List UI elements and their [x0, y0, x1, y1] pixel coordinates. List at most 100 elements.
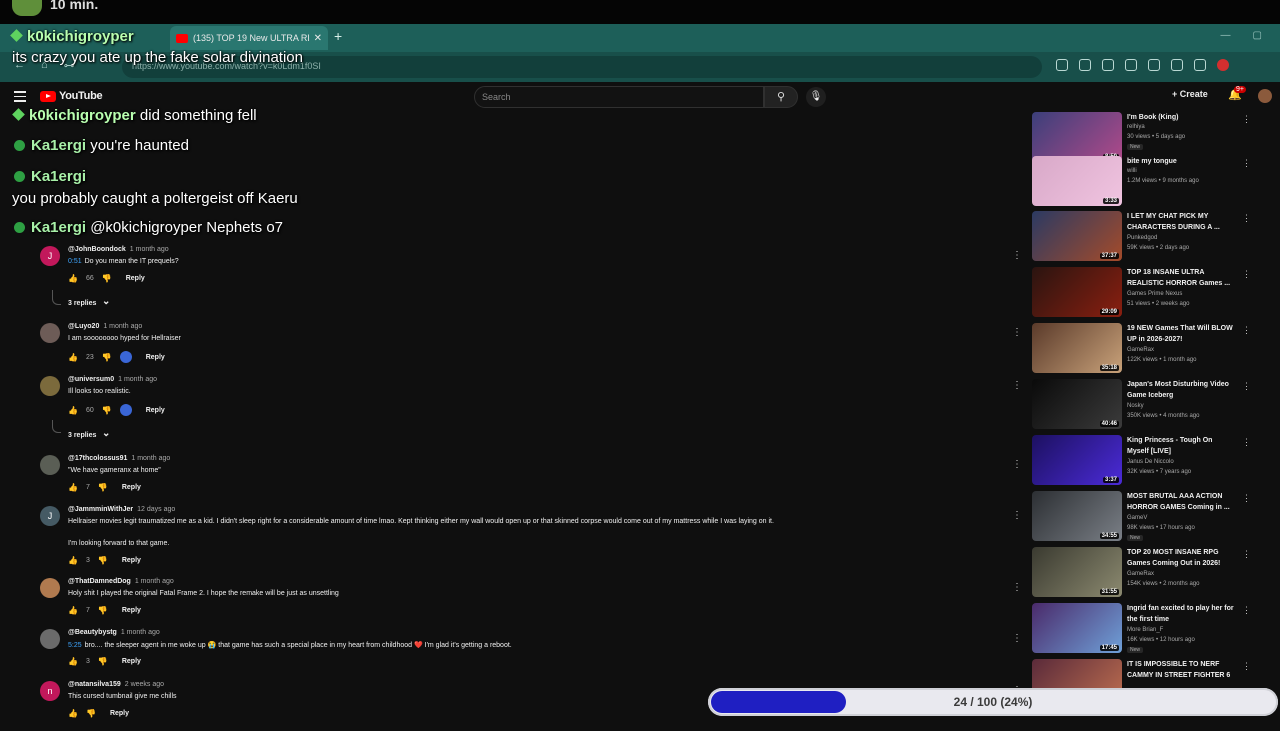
video-title[interactable]: IT IS IMPOSSIBLE TO NERF CAMMY IN STREET… [1127, 659, 1235, 681]
video-more-icon[interactable]: ⋮ [1242, 269, 1251, 280]
reply-button[interactable]: Reply [122, 607, 141, 614]
avatar[interactable]: J [40, 246, 60, 266]
video-thumbnail[interactable]: 31:55 [1032, 547, 1122, 597]
dislike-icon[interactable]: 👎 [102, 274, 112, 283]
video-title[interactable]: King Princess - Tough On Myself [LIVE] [1127, 435, 1235, 457]
search-box[interactable] [474, 86, 764, 108]
comment-author[interactable]: @JohnBoondock [68, 246, 126, 253]
dislike-icon[interactable]: 👎 [102, 353, 112, 362]
video-more-icon[interactable]: ⋮ [1242, 213, 1251, 224]
menu-icon[interactable] [1194, 59, 1206, 71]
like-icon[interactable]: 👍 [68, 274, 78, 283]
video-channel[interactable]: Punkedgod [1127, 235, 1157, 241]
avatar[interactable] [40, 629, 60, 649]
create-button[interactable]: + Create [1172, 89, 1208, 99]
extension-icon[interactable] [1125, 59, 1137, 71]
video-channel[interactable]: Games Prime Nexus [1127, 291, 1182, 297]
comment-time[interactable]: 1 month ago [103, 323, 142, 330]
video-more-icon[interactable]: ⋮ [1242, 437, 1251, 448]
video-thumbnail[interactable]: 34:55 [1032, 491, 1122, 541]
avatar[interactable]: J [40, 506, 60, 526]
video-more-icon[interactable]: ⋮ [1242, 605, 1251, 616]
video-title[interactable]: I LET MY CHAT PICK MY CHARACTERS DURING … [1127, 211, 1235, 233]
video-channel[interactable]: relhiya [1127, 124, 1145, 130]
comment-time[interactable]: 1 month ago [131, 455, 170, 462]
dislike-icon[interactable]: 👎 [98, 556, 108, 565]
video-title[interactable]: TOP 18 INSANE ULTRA REALISTIC HORROR Gam… [1127, 267, 1235, 289]
video-title[interactable]: Japan's Most Disturbing Video Game Icebe… [1127, 379, 1235, 401]
like-icon[interactable]: 👍 [68, 709, 78, 718]
video-thumbnail[interactable]: 8:50 [1032, 112, 1122, 162]
video-card[interactable]: 40:46 Japan's Most Disturbing Video Game … [1032, 379, 1272, 431]
video-more-icon[interactable]: ⋮ [1242, 158, 1251, 169]
video-channel[interactable]: GameRax [1127, 571, 1154, 577]
show-replies-button[interactable]: 3 replies [68, 432, 96, 439]
avatar[interactable] [40, 376, 60, 396]
video-title[interactable]: I'm Book (King) [1127, 112, 1235, 123]
avatar[interactable] [40, 578, 60, 598]
reply-button[interactable]: Reply [146, 354, 165, 361]
avatar[interactable] [40, 323, 60, 343]
video-card[interactable]: 29:09 TOP 18 INSANE ULTRA REALISTIC HORRO… [1032, 267, 1272, 319]
reply-button[interactable]: Reply [122, 484, 141, 491]
video-channel[interactable]: Nosky [1127, 403, 1144, 409]
video-card[interactable]: 34:55 MOST BRUTAL AAA ACTION HORROR GAMES… [1032, 491, 1272, 543]
video-more-icon[interactable]: ⋮ [1242, 325, 1251, 336]
video-card[interactable]: 31:55 TOP 20 MOST INSANE RPG Games Coming… [1032, 547, 1272, 599]
comment-more-icon[interactable]: ⋮ [1012, 250, 1022, 261]
video-card[interactable]: 3:33 bite my tongue willi 1.2M views • 9 mo… [1032, 156, 1272, 208]
avatar[interactable] [40, 455, 60, 475]
video-channel[interactable]: GameV [1127, 515, 1147, 521]
video-thumbnail[interactable]: 35:18 [1032, 323, 1122, 373]
reply-button[interactable]: Reply [126, 275, 145, 282]
url-text[interactable]: https://www.youtube.com/watch?v=k0Ldm1f0… [132, 61, 321, 71]
like-icon[interactable]: 👍 [68, 556, 78, 565]
browser-tab[interactable]: (135) TOP 19 New ULTRA REALI ✕ [170, 26, 328, 50]
video-more-icon[interactable]: ⋮ [1242, 661, 1251, 672]
video-channel[interactable]: More Brian_F [1127, 627, 1163, 633]
video-card[interactable]: 37:37 I LET MY CHAT PICK MY CHARACTERS DU… [1032, 211, 1272, 263]
reply-button[interactable]: Reply [122, 557, 141, 564]
avatar[interactable]: n [40, 681, 60, 701]
comment-timestamp-link[interactable]: 5:25 [68, 642, 82, 649]
search-input[interactable]: Search [482, 92, 511, 102]
reply-button[interactable]: Reply [110, 710, 129, 717]
video-title[interactable]: Ingrid fan excited to play her for the f… [1127, 603, 1235, 625]
video-more-icon[interactable]: ⋮ [1242, 114, 1251, 125]
new-tab-button[interactable]: + [334, 28, 342, 44]
like-icon[interactable]: 👍 [68, 483, 78, 492]
like-icon[interactable]: 👍 [68, 353, 78, 362]
comment-more-icon[interactable]: ⋮ [1012, 459, 1022, 470]
video-thumbnail[interactable]: 3:33 [1032, 156, 1122, 206]
comment-time[interactable]: 1 month ago [121, 629, 160, 636]
comment-time[interactable]: 12 days ago [137, 506, 175, 513]
video-more-icon[interactable]: ⋮ [1242, 493, 1251, 504]
puzzle-icon[interactable] [1148, 59, 1160, 71]
home-icon[interactable]: ⌂ [41, 59, 48, 72]
comment-time[interactable]: 1 month ago [118, 376, 157, 383]
video-channel[interactable]: willi [1127, 168, 1137, 174]
comment-more-icon[interactable]: ⋮ [1012, 633, 1022, 644]
video-card[interactable]: 3:37 King Princess - Tough On Myself [LIV… [1032, 435, 1272, 487]
dislike-icon[interactable]: 👎 [98, 483, 108, 492]
comment-author[interactable]: @ThatDamnedDog [68, 578, 131, 585]
video-thumbnail[interactable]: 40:46 [1032, 379, 1122, 429]
show-replies-button[interactable]: 3 replies [68, 300, 96, 307]
comment-more-icon[interactable]: ⋮ [1012, 582, 1022, 593]
dislike-icon[interactable]: 👎 [102, 406, 112, 415]
site-info-icon[interactable]: ⊶ [64, 59, 75, 72]
maximize-icon[interactable]: ▢ [1253, 30, 1262, 41]
like-icon[interactable]: 👍 [68, 606, 78, 615]
comment-author[interactable]: @Beautybystg [68, 629, 117, 636]
dislike-icon[interactable]: 👎 [98, 606, 108, 615]
comment-author[interactable]: @17thcolossus91 [68, 455, 127, 462]
zoom-icon[interactable] [1079, 59, 1091, 71]
minimize-icon[interactable]: — [1221, 30, 1231, 41]
comment-time[interactable]: 1 month ago [130, 246, 169, 253]
video-channel[interactable]: GameRax [1127, 347, 1154, 353]
voice-search-button[interactable]: 🎙 [806, 87, 826, 107]
comment-time[interactable]: 1 month ago [135, 578, 174, 585]
bookmark-star-icon[interactable] [1102, 59, 1114, 71]
like-icon[interactable]: 👍 [68, 406, 78, 415]
hamburger-menu-icon[interactable] [14, 91, 26, 105]
